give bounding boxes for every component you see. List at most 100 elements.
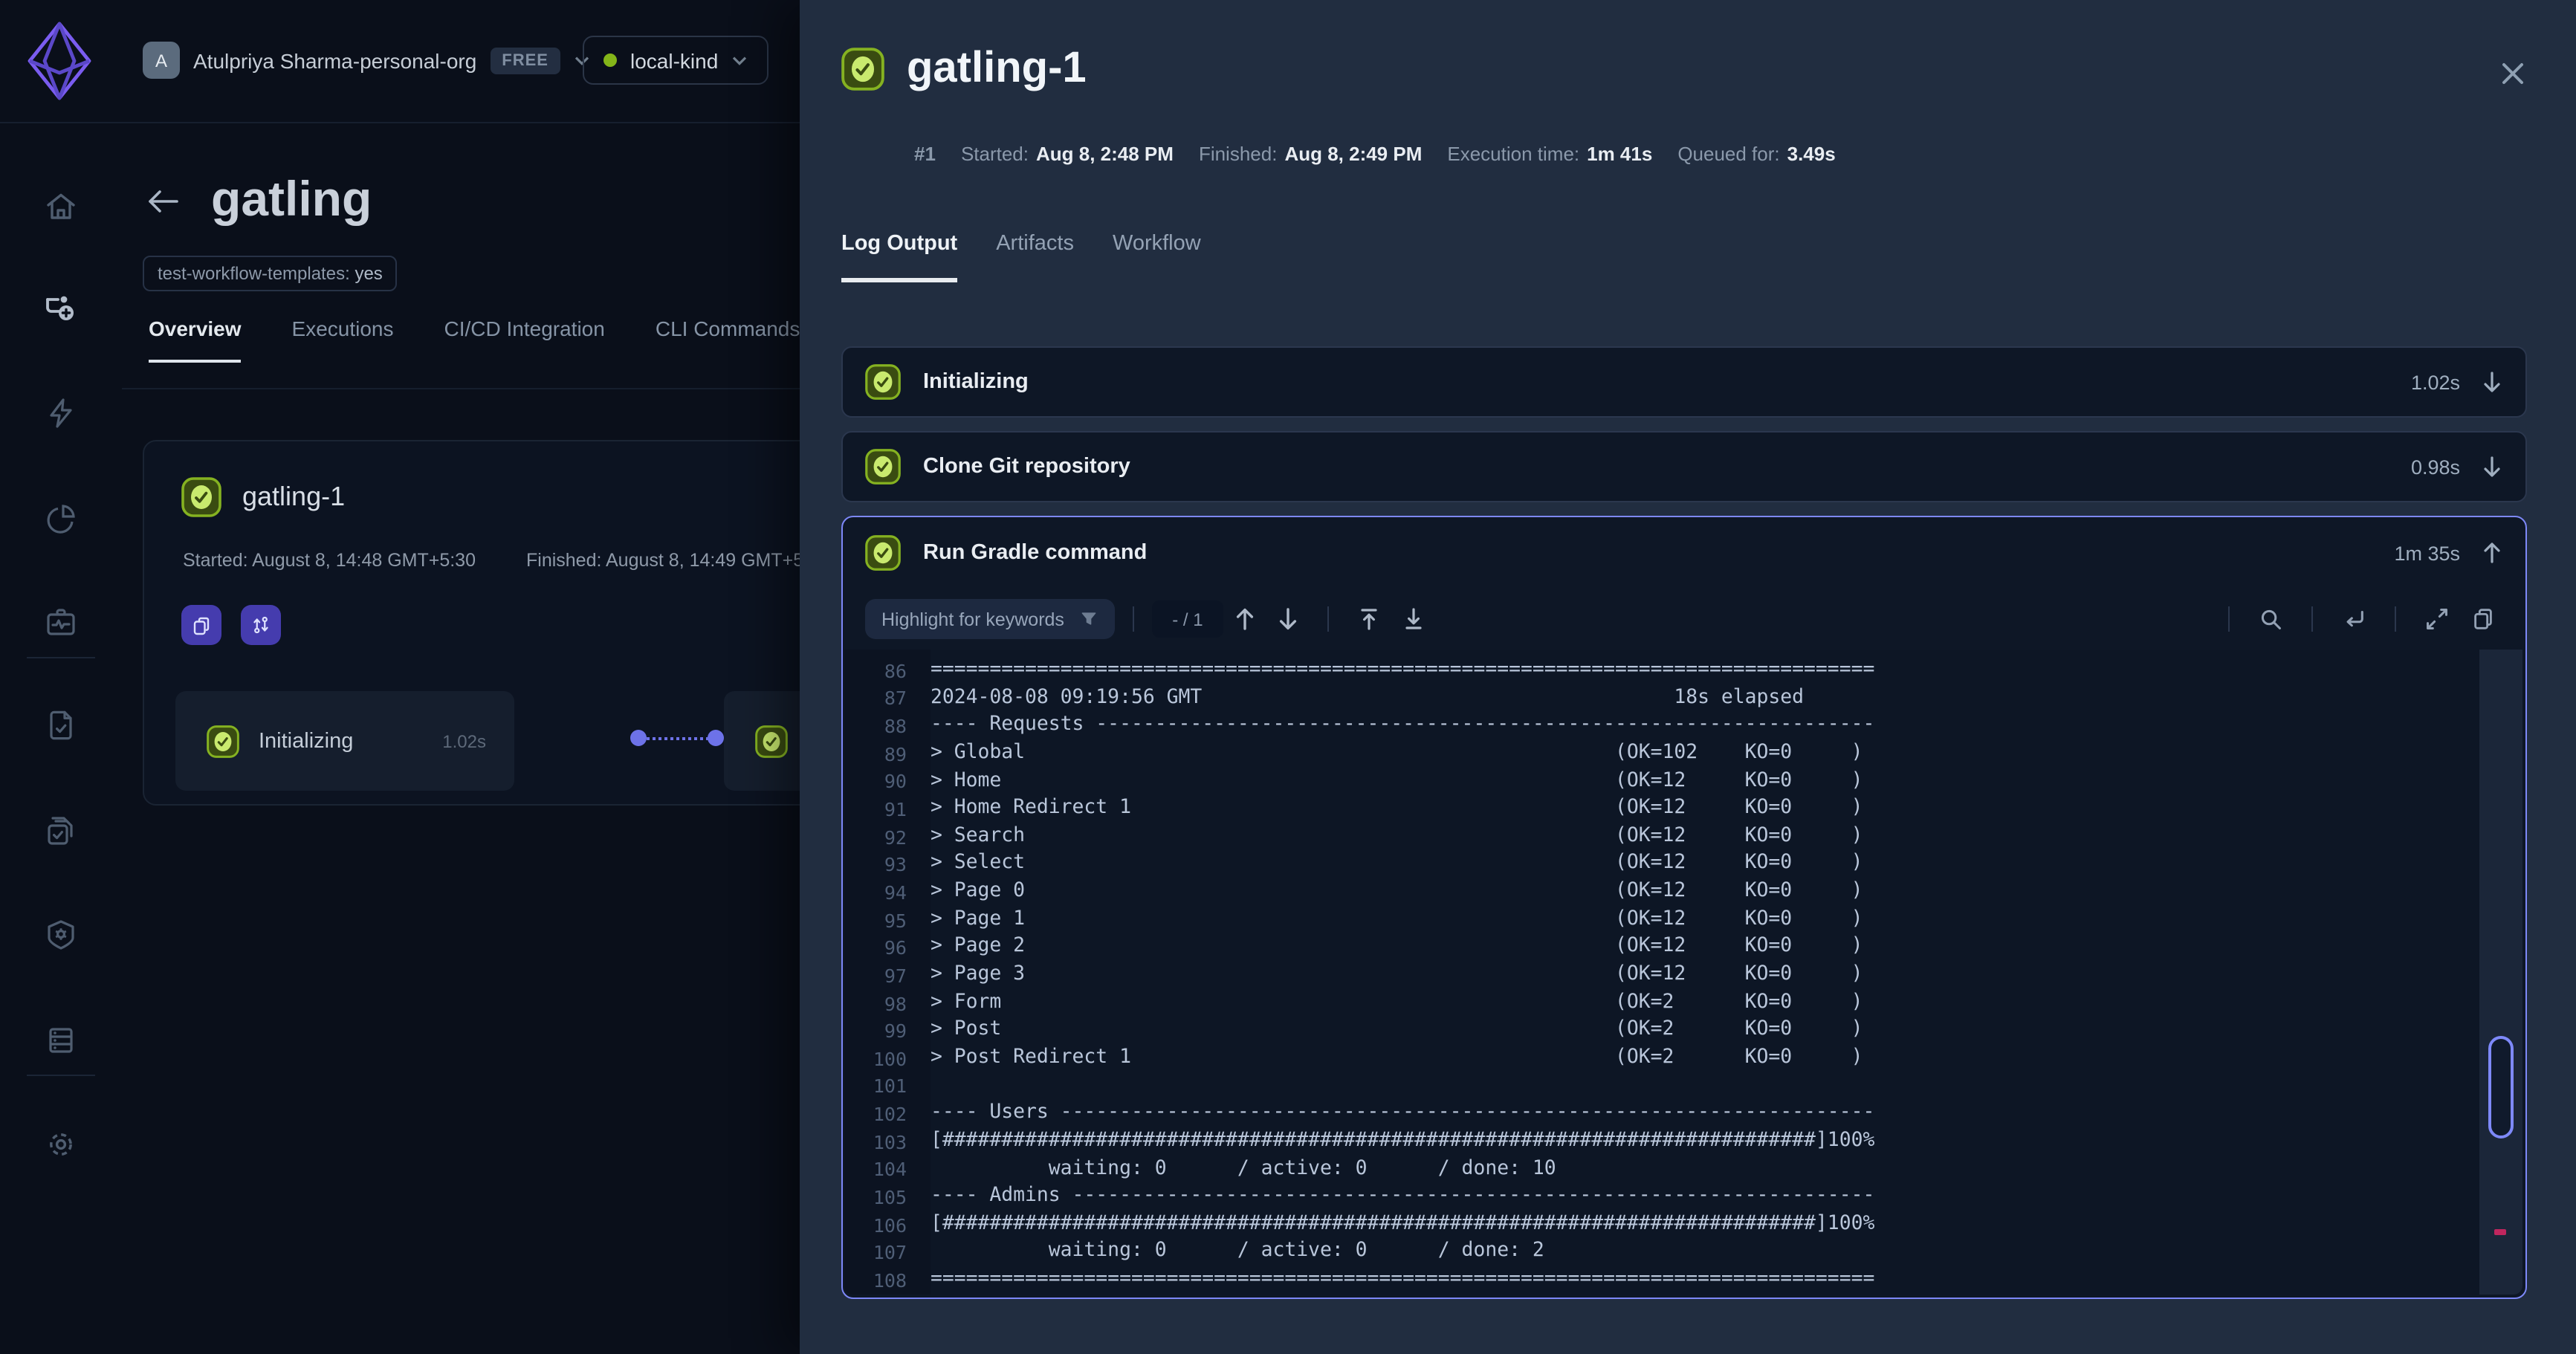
- line-number: 87: [844, 687, 931, 710]
- tab-log-output[interactable]: Log Output: [841, 232, 957, 282]
- next-match-button[interactable]: [1277, 606, 1299, 632]
- step-initializing[interactable]: Initializing 1.02s: [841, 346, 2527, 418]
- highlight-keywords-button[interactable]: Highlight for keywords: [865, 599, 1115, 639]
- node-label: Initializing: [259, 729, 353, 753]
- word-wrap-button[interactable]: [2341, 606, 2366, 632]
- status-passed-icon: [865, 364, 901, 400]
- log-lines: 86======================================…: [844, 657, 2522, 1294]
- queued-value: 3.49s: [1787, 143, 1836, 165]
- sidebar-item-sources[interactable]: [43, 1023, 79, 1058]
- env-name: local-kind: [630, 48, 718, 72]
- line-number: 94: [844, 881, 931, 904]
- arrow-down-icon: [1277, 606, 1299, 632]
- sidebar-item-home[interactable]: [43, 189, 79, 224]
- step-header[interactable]: Run Gradle command 1m 35s: [843, 517, 2525, 589]
- line-number: 108: [844, 1269, 931, 1292]
- scroll-bottom-icon: [1402, 606, 1425, 632]
- pie-chart-icon: [43, 501, 79, 537]
- log-line: 95> Page 1 (OK=12 KO=0 ): [844, 907, 2522, 934]
- execution-finished: Finished: August 8, 14:49 GMT+5:30: [526, 550, 829, 571]
- line-number: 86: [844, 660, 931, 682]
- expand-arrow-icon[interactable]: [2481, 370, 2503, 394]
- wrap-text-icon: [2341, 606, 2366, 632]
- testkube-logo[interactable]: [25, 19, 94, 103]
- fullscreen-button[interactable]: [2424, 606, 2450, 632]
- monitor-pulse-icon: [43, 605, 79, 641]
- tab-cli-commands[interactable]: CLI Commands: [656, 317, 800, 363]
- log-viewer[interactable]: 86======================================…: [844, 650, 2522, 1295]
- environment-selector[interactable]: local-kind: [583, 36, 768, 85]
- log-text: waiting: 0 / active: 0 / done: 10: [931, 1156, 1556, 1183]
- status-passed-icon: [865, 449, 901, 485]
- org-avatar: A: [143, 42, 180, 79]
- log-text: > Select (OK=12 KO=0 ): [931, 851, 1863, 878]
- status-passed-icon: [865, 535, 901, 571]
- log-line: 103[####################################…: [844, 1128, 2522, 1156]
- previous-match-button[interactable]: [1234, 606, 1256, 632]
- log-line: 102---- Users --------------------------…: [844, 1101, 2522, 1128]
- tab-artifacts[interactable]: Artifacts: [996, 232, 1074, 282]
- sidebar-item-test-workflows[interactable]: [43, 291, 79, 327]
- copy-log-button[interactable]: [2470, 606, 2496, 632]
- log-text: [#######################################…: [931, 1211, 1874, 1239]
- compare-button[interactable]: [241, 605, 281, 645]
- step-run-gradle-command: Run Gradle command 1m 35s Highlight for …: [841, 516, 2527, 1299]
- sidebar-divider: [27, 1075, 95, 1076]
- sidebar-nav: [0, 123, 122, 1354]
- expand-arrow-icon[interactable]: [2481, 455, 2503, 479]
- collapse-arrow-icon[interactable]: [2481, 541, 2503, 565]
- log-scrollbar-track[interactable]: [2479, 650, 2522, 1295]
- close-icon: [2499, 59, 2527, 88]
- log-text: 2024-08-08 09:19:56 GMT 18s elapsed: [931, 684, 1804, 712]
- log-scrollbar-thumb[interactable]: [2488, 1036, 2514, 1138]
- log-text: [#######################################…: [931, 1128, 1874, 1156]
- sidebar-item-insights[interactable]: [43, 501, 79, 537]
- tab-workflow[interactable]: Workflow: [1113, 232, 1201, 282]
- chevron-down-icon: [731, 54, 748, 66]
- node-duration: 1.02s: [442, 731, 486, 751]
- scrollbar-match-marker: [2494, 1229, 2506, 1235]
- gear-icon: [43, 1127, 79, 1162]
- plan-badge: FREE: [490, 47, 560, 74]
- search-button[interactable]: [2258, 606, 2283, 632]
- sidebar-item-status-pages[interactable]: [43, 605, 79, 641]
- log-text: > Page 3 (OK=12 KO=0 ): [931, 962, 1863, 989]
- connector-dot: [708, 730, 724, 746]
- sidebar-item-tests[interactable]: [43, 707, 79, 743]
- log-text: ========================================…: [931, 657, 1874, 684]
- line-number: 90: [844, 771, 931, 793]
- execution-time-value: 1m 41s: [1587, 143, 1652, 165]
- org-selector[interactable]: A Atulpriya Sharma-personal-org FREE: [143, 42, 590, 79]
- step-duration: 0.98s: [2411, 456, 2460, 478]
- log-line: 99> Post (OK=2 KO=0 ): [844, 1017, 2522, 1045]
- queued-label: Queued for:: [1677, 143, 1779, 165]
- logo-diamond-icon: [25, 19, 94, 103]
- sidebar-item-test-suites[interactable]: [43, 813, 79, 849]
- app-root: A Atulpriya Sharma-personal-org FREE loc…: [0, 0, 2576, 1354]
- status-passed-icon: [755, 725, 788, 757]
- tab-cicd-integration[interactable]: CI/CD Integration: [444, 317, 605, 363]
- finished-label: Finished:: [1199, 143, 1278, 165]
- close-button[interactable]: [2499, 59, 2527, 88]
- step-clone-git-repository[interactable]: Clone Git repository 0.98s: [841, 431, 2527, 502]
- line-number: 99: [844, 1020, 931, 1042]
- toolbar-divider: [1327, 606, 1329, 632]
- arrow-up-icon: [1234, 606, 1256, 632]
- line-number: 97: [844, 965, 931, 987]
- copy-button[interactable]: [181, 605, 221, 645]
- back-button[interactable]: [147, 184, 180, 214]
- line-number: 102: [844, 1103, 931, 1125]
- sidebar-item-settings[interactable]: [43, 1127, 79, 1162]
- scroll-to-top-button[interactable]: [1357, 606, 1381, 632]
- tab-overview[interactable]: Overview: [149, 317, 242, 363]
- tab-executions[interactable]: Executions: [292, 317, 394, 363]
- search-icon: [2258, 606, 2283, 632]
- line-number: 89: [844, 742, 931, 765]
- sidebar-item-triggers[interactable]: [43, 395, 79, 431]
- sidebar-item-executors[interactable]: [43, 917, 79, 953]
- scroll-to-bottom-button[interactable]: [1402, 606, 1425, 632]
- connector-dot: [630, 730, 647, 746]
- finished-value: Aug 8, 2:49 PM: [1284, 143, 1422, 165]
- workflow-node-initializing[interactable]: Initializing 1.02s: [175, 691, 514, 791]
- expand-icon: [2424, 606, 2450, 632]
